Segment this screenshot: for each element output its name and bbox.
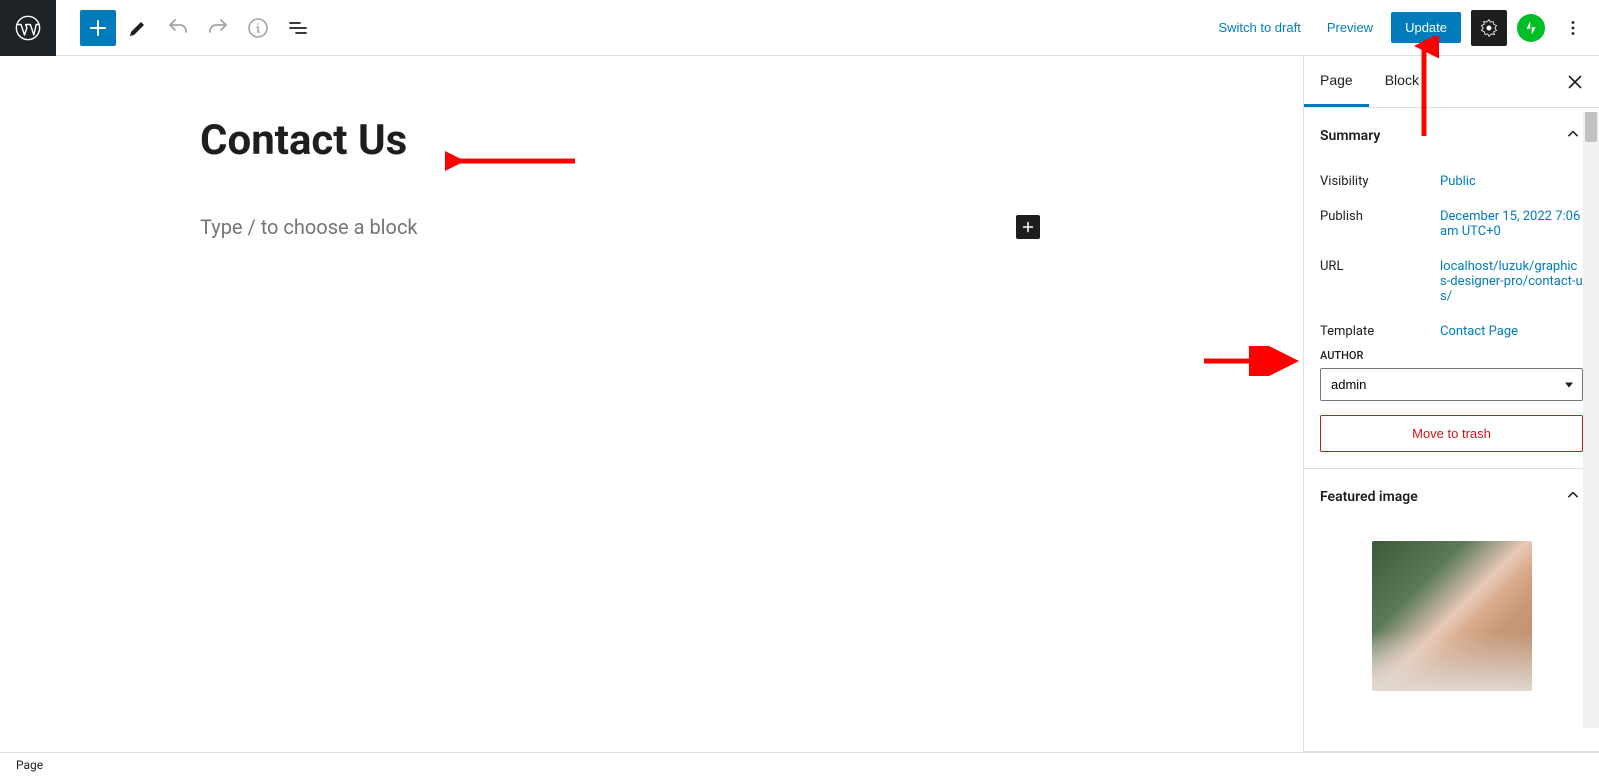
- featured-image-title: Featured image: [1320, 489, 1563, 505]
- undo-button[interactable]: [160, 10, 196, 46]
- add-block-button[interactable]: [80, 10, 116, 46]
- summary-title: Summary: [1320, 128, 1563, 144]
- tab-page[interactable]: Page: [1304, 56, 1369, 107]
- publish-label: Publish: [1320, 209, 1440, 239]
- outline-button[interactable]: [280, 10, 316, 46]
- more-options-button[interactable]: [1555, 10, 1591, 46]
- editor-canvas[interactable]: Contact Us Type / to choose a block: [0, 56, 1303, 752]
- chevron-up-icon: [1563, 485, 1583, 509]
- redo-button[interactable]: [200, 10, 236, 46]
- info-button[interactable]: [240, 10, 276, 46]
- close-sidebar-button[interactable]: [1551, 56, 1599, 107]
- summary-panel-toggle[interactable]: Summary: [1304, 108, 1599, 164]
- add-block-inline-button[interactable]: [1016, 215, 1040, 239]
- switch-to-draft-button[interactable]: Switch to draft: [1210, 14, 1308, 41]
- jetpack-button[interactable]: [1517, 14, 1545, 42]
- chevron-up-icon: [1563, 124, 1583, 148]
- preview-button[interactable]: Preview: [1319, 14, 1381, 41]
- edit-mode-button[interactable]: [120, 10, 156, 46]
- page-title[interactable]: Contact Us: [200, 116, 1060, 165]
- visibility-label: Visibility: [1320, 174, 1440, 189]
- move-to-trash-button[interactable]: Move to trash: [1320, 415, 1583, 452]
- breadcrumb[interactable]: Page: [16, 758, 43, 772]
- block-placeholder[interactable]: Type / to choose a block: [200, 215, 1016, 239]
- scrollbar-thumb[interactable]: [1585, 112, 1597, 142]
- tab-block[interactable]: Block: [1369, 56, 1435, 107]
- update-button[interactable]: Update: [1391, 12, 1461, 43]
- url-label: URL: [1320, 259, 1440, 304]
- visibility-value[interactable]: Public: [1440, 174, 1583, 189]
- template-value[interactable]: Contact Page: [1440, 324, 1583, 339]
- wordpress-logo[interactable]: [0, 0, 56, 56]
- featured-image-thumbnail[interactable]: [1372, 541, 1532, 691]
- url-value[interactable]: localhost/luzuk/graphics-designer-pro/co…: [1440, 259, 1583, 304]
- author-label: AUTHOR: [1320, 349, 1583, 362]
- featured-image-panel-toggle[interactable]: Featured image: [1304, 469, 1599, 525]
- settings-button[interactable]: [1471, 10, 1507, 46]
- template-label: Template: [1320, 324, 1440, 339]
- publish-value[interactable]: December 15, 2022 7:06 am UTC+0: [1440, 209, 1583, 239]
- scrollbar[interactable]: [1583, 112, 1599, 728]
- author-select[interactable]: admin: [1320, 368, 1583, 401]
